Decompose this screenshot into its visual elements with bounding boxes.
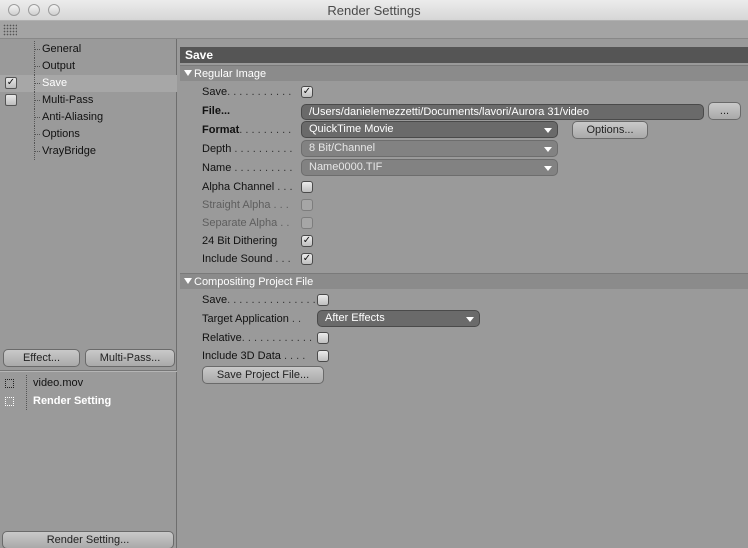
separate-alpha-checkbox[interactable] (301, 217, 313, 229)
render-setting-button[interactable]: Render Setting... (2, 531, 174, 548)
target-app-row-label: Target Application . . (202, 313, 302, 325)
save-label: Save (202, 86, 228, 98)
alpha-channel-row-label: Alpha Channel . . . (202, 181, 293, 193)
include-sound-label: Include Sound (202, 253, 273, 265)
window-title: Render Settings (327, 3, 421, 18)
group-title: Regular Image (194, 68, 267, 80)
depth-row-label: Depth . . . . . . . . . . (202, 143, 293, 155)
chevron-down-icon (544, 128, 552, 133)
group-title: Compositing Project File (194, 276, 314, 288)
relative-checkbox[interactable] (317, 332, 329, 344)
chevron-down-icon (544, 166, 552, 171)
chevron-down-icon (544, 147, 552, 152)
divider (0, 370, 177, 372)
name-row-label: Name . . . . . . . . . . (202, 162, 293, 174)
target-app-value: After Effects (325, 312, 385, 324)
disclosure-triangle-icon (184, 278, 192, 284)
settings-tree: General Output ✓ Save Multi-Pass Anti-Al… (0, 41, 177, 160)
sidebar-item-general[interactable]: General (0, 41, 177, 58)
relative-label: Relative (202, 332, 242, 344)
depth-value: 8 Bit/Channel (309, 142, 376, 154)
depth-dropdown[interactable]: 8 Bit/Channel (301, 140, 558, 157)
toolbar-strip (0, 21, 748, 39)
format-row-label: Format. . . . . . . . . (202, 124, 292, 136)
include-3d-checkbox[interactable] (317, 350, 329, 362)
sidebar: General Output ✓ Save Multi-Pass Anti-Al… (0, 39, 177, 548)
dithering-row-label: 24 Bit Dithering (202, 232, 277, 250)
save-enable-checkbox[interactable]: ✓ (5, 77, 17, 89)
separate-alpha-label: Separate Alpha (202, 217, 278, 229)
sidebar-item-label: Multi-Pass (42, 94, 94, 106)
comp-save-row-label: Save. . . . . . . . . . . . . . . (202, 294, 316, 306)
compositing-group-header[interactable]: Compositing Project File (180, 273, 748, 289)
save-project-file-button[interactable]: Save Project File... (202, 366, 324, 384)
target-app-label: Target Application (202, 313, 289, 325)
straight-alpha-label: Straight Alpha (202, 199, 271, 211)
main-panel: Save Regular Image Save. . . . . . . . .… (180, 39, 748, 548)
format-label: Format (202, 124, 240, 136)
section-title: Save (180, 47, 748, 63)
format-value: QuickTime Movie (309, 123, 394, 135)
comp-save-checkbox[interactable] (317, 294, 329, 306)
dithering-label: 24 Bit Dithering (202, 235, 278, 247)
sidebar-item-options[interactable]: Options (0, 126, 177, 143)
comp-save-label: Save (202, 294, 228, 306)
format-dropdown[interactable]: QuickTime Movie (301, 121, 558, 138)
render-item-label: Render Setting (33, 395, 112, 407)
sidebar-item-label: VrayBridge (42, 145, 97, 157)
render-list-item[interactable]: Render Setting (0, 393, 177, 410)
save-row-label: Save. . . . . . . . . . . (202, 86, 292, 98)
sidebar-item-label: Anti-Aliasing (42, 111, 104, 123)
chevron-down-icon (466, 317, 474, 322)
file-path-field[interactable]: /Users/danielemezzetti/Documents/lavori/… (301, 104, 704, 120)
sidebar-item-label: Output (42, 60, 76, 72)
grip-icon[interactable] (3, 24, 17, 36)
alpha-channel-checkbox[interactable] (301, 181, 313, 193)
straight-alpha-row-label: Straight Alpha . . . (202, 199, 289, 211)
sidebar-item-output[interactable]: Output (0, 58, 177, 75)
sidebar-item-anti-aliasing[interactable]: Anti-Aliasing (0, 109, 177, 126)
file-label[interactable]: File... (202, 102, 230, 120)
format-options-button[interactable]: Options... (572, 121, 648, 139)
save-checkbox[interactable]: ✓ (301, 86, 313, 98)
target-app-dropdown[interactable]: After Effects (317, 310, 480, 327)
disclosure-triangle-icon (184, 70, 192, 76)
render-setting-icon (5, 397, 14, 406)
alpha-channel-label: Alpha Channel (202, 181, 275, 193)
render-item-icon (5, 379, 14, 388)
multi-pass-button[interactable]: Multi-Pass... (85, 349, 175, 367)
name-value: Name0000.TIF (309, 161, 383, 173)
separate-alpha-row-label: Separate Alpha . . (202, 217, 290, 229)
dithering-checkbox[interactable]: ✓ (301, 235, 313, 247)
include-sound-row-label: Include Sound . . . (202, 253, 291, 265)
file-browse-button[interactable]: ... (708, 102, 741, 120)
depth-label: Depth (202, 143, 232, 155)
relative-row-label: Relative. . . . . . . . . . . . (202, 332, 313, 344)
straight-alpha-checkbox[interactable] (301, 199, 313, 211)
name-dropdown[interactable]: Name0000.TIF (301, 159, 558, 176)
title-bar: Render Settings (0, 0, 748, 21)
sidebar-item-save[interactable]: ✓ Save (0, 75, 177, 92)
include-3d-row-label: Include 3D Data . . . . (202, 350, 306, 362)
include-3d-label: Include 3D Data (202, 350, 281, 362)
effect-button[interactable]: Effect... (3, 349, 80, 367)
include-sound-checkbox[interactable]: ✓ (301, 253, 313, 265)
sidebar-item-multi-pass[interactable]: Multi-Pass (0, 92, 177, 109)
sidebar-item-label: Save (42, 77, 68, 89)
multi-pass-enable-checkbox[interactable] (5, 94, 17, 106)
regular-image-group-header[interactable]: Regular Image (180, 65, 748, 81)
sidebar-item-vraybridge[interactable]: VrayBridge (0, 143, 177, 160)
render-list-item[interactable]: video.mov (0, 375, 177, 392)
sidebar-item-label: General (42, 43, 82, 55)
name-label: Name (202, 162, 232, 174)
render-item-label: video.mov (33, 377, 84, 389)
sidebar-item-label: Options (42, 128, 80, 140)
